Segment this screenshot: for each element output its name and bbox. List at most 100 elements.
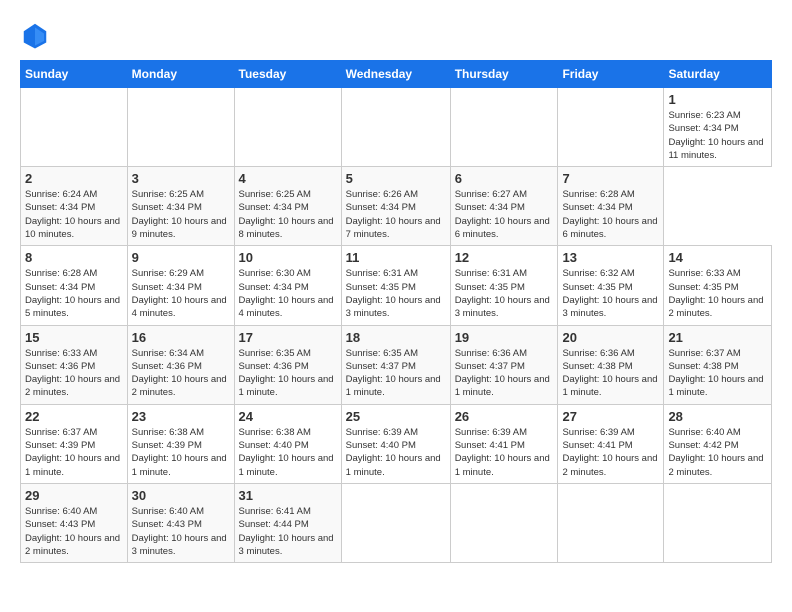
calendar-day: 8 Sunrise: 6:28 AMSunset: 4:34 PMDaylight… (21, 246, 128, 325)
calendar-day: 7Sunrise: 6:28 AMSunset: 4:34 PMDaylight… (558, 167, 664, 246)
day-number: 11 (346, 250, 446, 265)
calendar-day: 16Sunrise: 6:34 AMSunset: 4:36 PMDayligh… (127, 325, 234, 404)
calendar-day: 28Sunrise: 6:40 AMSunset: 4:42 PMDayligh… (664, 404, 772, 483)
calendar-day: 20 Sunrise: 6:36 AMSunset: 4:38 PMDayligh… (558, 325, 664, 404)
day-info: Sunrise: 6:41 AMSunset: 4:44 PMDaylight:… (239, 505, 337, 558)
day-info: Sunrise: 6:29 AMSunset: 4:34 PMDaylight:… (132, 267, 230, 320)
day-info: Sunrise: 6:32 AMSunset: 4:35 PMDaylight:… (562, 267, 659, 320)
calendar-day: 2Sunrise: 6:24 AMSunset: 4:34 PMDaylight… (21, 167, 128, 246)
weekday-header: Saturday (664, 61, 772, 88)
weekday-header: Monday (127, 61, 234, 88)
day-number: 12 (455, 250, 554, 265)
empty-day (558, 88, 664, 167)
day-info: Sunrise: 6:40 AMSunset: 4:42 PMDaylight:… (668, 426, 767, 479)
calendar-week: 8 Sunrise: 6:28 AMSunset: 4:34 PMDaylight… (21, 246, 772, 325)
day-info: Sunrise: 6:39 AMSunset: 4:41 PMDaylight:… (562, 426, 659, 479)
empty-day (127, 88, 234, 167)
day-number: 15 (25, 330, 123, 345)
calendar-day: 13 Sunrise: 6:32 AMSunset: 4:35 PMDayligh… (558, 246, 664, 325)
day-number: 1 (668, 92, 767, 107)
day-number: 22 (25, 409, 123, 424)
day-info: Sunrise: 6:33 AMSunset: 4:36 PMDaylight:… (25, 347, 123, 400)
calendar-day: 24 Sunrise: 6:38 AMSunset: 4:40 PMDayligh… (234, 404, 341, 483)
day-info: Sunrise: 6:39 AMSunset: 4:41 PMDaylight:… (455, 426, 554, 479)
day-info: Sunrise: 6:24 AMSunset: 4:34 PMDaylight:… (25, 188, 123, 241)
day-number: 5 (346, 171, 446, 186)
day-number: 8 (25, 250, 123, 265)
day-number: 17 (239, 330, 337, 345)
day-info: Sunrise: 6:28 AMSunset: 4:34 PMDaylight:… (562, 188, 659, 241)
calendar-day: 17 Sunrise: 6:35 AMSunset: 4:36 PMDayligh… (234, 325, 341, 404)
empty-day (21, 88, 128, 167)
day-info: Sunrise: 6:28 AMSunset: 4:34 PMDaylight:… (25, 267, 123, 320)
weekday-header: Friday (558, 61, 664, 88)
day-info: Sunrise: 6:25 AMSunset: 4:34 PMDaylight:… (132, 188, 230, 241)
calendar-day: 10 Sunrise: 6:30 AMSunset: 4:34 PMDayligh… (234, 246, 341, 325)
weekday-header: Wednesday (341, 61, 450, 88)
calendar-week: 1 Sunrise: 6:23 AMSunset: 4:34 PMDaylight… (21, 88, 772, 167)
day-info: Sunrise: 6:27 AMSunset: 4:34 PMDaylight:… (455, 188, 554, 241)
day-number: 21 (668, 330, 767, 345)
day-number: 10 (239, 250, 337, 265)
calendar-header: SundayMondayTuesdayWednesdayThursdayFrid… (21, 61, 772, 88)
day-number: 18 (346, 330, 446, 345)
calendar-day: 19 Sunrise: 6:36 AMSunset: 4:37 PMDayligh… (450, 325, 558, 404)
day-info: Sunrise: 6:31 AMSunset: 4:35 PMDaylight:… (455, 267, 554, 320)
calendar-day: 31Sunrise: 6:41 AMSunset: 4:44 PMDayligh… (234, 483, 341, 562)
weekday-header: Thursday (450, 61, 558, 88)
calendar-day: 14Sunrise: 6:33 AMSunset: 4:35 PMDayligh… (664, 246, 772, 325)
day-info: Sunrise: 6:35 AMSunset: 4:36 PMDaylight:… (239, 347, 337, 400)
calendar-day: 18 Sunrise: 6:35 AMSunset: 4:37 PMDayligh… (341, 325, 450, 404)
day-number: 20 (562, 330, 659, 345)
calendar-day: 15 Sunrise: 6:33 AMSunset: 4:36 PMDayligh… (21, 325, 128, 404)
day-number: 13 (562, 250, 659, 265)
day-number: 9 (132, 250, 230, 265)
calendar-day: 21Sunrise: 6:37 AMSunset: 4:38 PMDayligh… (664, 325, 772, 404)
day-info: Sunrise: 6:31 AMSunset: 4:35 PMDaylight:… (346, 267, 446, 320)
calendar-day: 25 Sunrise: 6:39 AMSunset: 4:40 PMDayligh… (341, 404, 450, 483)
day-number: 6 (455, 171, 554, 186)
empty-day (341, 483, 450, 562)
day-number: 23 (132, 409, 230, 424)
empty-day (664, 483, 772, 562)
calendar-week: 22 Sunrise: 6:37 AMSunset: 4:39 PMDayligh… (21, 404, 772, 483)
day-number: 25 (346, 409, 446, 424)
calendar-day: 12 Sunrise: 6:31 AMSunset: 4:35 PMDayligh… (450, 246, 558, 325)
calendar-week: 15 Sunrise: 6:33 AMSunset: 4:36 PMDayligh… (21, 325, 772, 404)
day-info: Sunrise: 6:36 AMSunset: 4:37 PMDaylight:… (455, 347, 554, 400)
calendar-day: 4 Sunrise: 6:25 AMSunset: 4:34 PMDaylight… (234, 167, 341, 246)
calendar: SundayMondayTuesdayWednesdayThursdayFrid… (20, 60, 772, 563)
logo (20, 20, 54, 50)
day-number: 29 (25, 488, 123, 503)
day-number: 19 (455, 330, 554, 345)
day-info: Sunrise: 6:38 AMSunset: 4:40 PMDaylight:… (239, 426, 337, 479)
day-info: Sunrise: 6:26 AMSunset: 4:34 PMDaylight:… (346, 188, 446, 241)
day-info: Sunrise: 6:33 AMSunset: 4:35 PMDaylight:… (668, 267, 767, 320)
day-info: Sunrise: 6:39 AMSunset: 4:40 PMDaylight:… (346, 426, 446, 479)
day-info: Sunrise: 6:36 AMSunset: 4:38 PMDaylight:… (562, 347, 659, 400)
calendar-day: 22 Sunrise: 6:37 AMSunset: 4:39 PMDayligh… (21, 404, 128, 483)
day-info: Sunrise: 6:40 AMSunset: 4:43 PMDaylight:… (25, 505, 123, 558)
weekday-header: Sunday (21, 61, 128, 88)
day-info: Sunrise: 6:23 AMSunset: 4:34 PMDaylight:… (668, 109, 767, 162)
day-number: 30 (132, 488, 230, 503)
day-info: Sunrise: 6:37 AMSunset: 4:39 PMDaylight:… (25, 426, 123, 479)
weekday-header: Tuesday (234, 61, 341, 88)
calendar-day: 26Sunrise: 6:39 AMSunset: 4:41 PMDayligh… (450, 404, 558, 483)
day-number: 16 (132, 330, 230, 345)
calendar-day: 23 Sunrise: 6:38 AMSunset: 4:39 PMDayligh… (127, 404, 234, 483)
page-header (20, 20, 772, 50)
calendar-day: 30Sunrise: 6:40 AMSunset: 4:43 PMDayligh… (127, 483, 234, 562)
day-info: Sunrise: 6:25 AMSunset: 4:34 PMDaylight:… (239, 188, 337, 241)
day-number: 4 (239, 171, 337, 186)
day-info: Sunrise: 6:30 AMSunset: 4:34 PMDaylight:… (239, 267, 337, 320)
calendar-week: 2Sunrise: 6:24 AMSunset: 4:34 PMDaylight… (21, 167, 772, 246)
calendar-day: 29 Sunrise: 6:40 AMSunset: 4:43 PMDayligh… (21, 483, 128, 562)
day-number: 24 (239, 409, 337, 424)
empty-day (450, 483, 558, 562)
day-info: Sunrise: 6:35 AMSunset: 4:37 PMDaylight:… (346, 347, 446, 400)
calendar-day: 6 Sunrise: 6:27 AMSunset: 4:34 PMDaylight… (450, 167, 558, 246)
day-info: Sunrise: 6:38 AMSunset: 4:39 PMDaylight:… (132, 426, 230, 479)
logo-icon (20, 20, 50, 50)
calendar-day: 27Sunrise: 6:39 AMSunset: 4:41 PMDayligh… (558, 404, 664, 483)
